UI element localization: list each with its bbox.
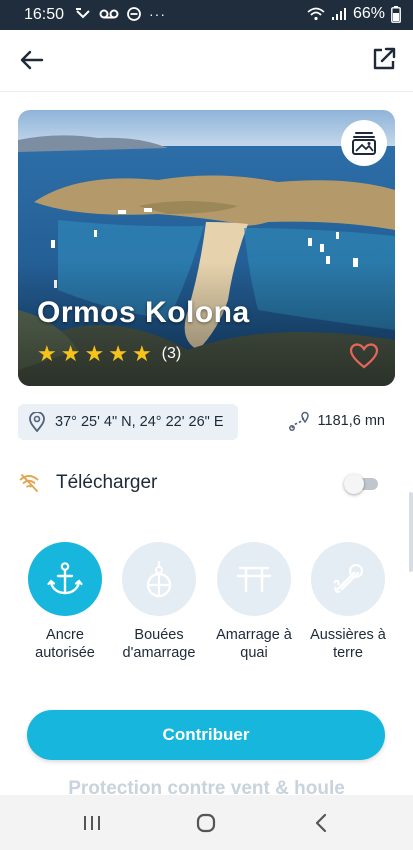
place-name: Ormos Kolona <box>37 296 250 329</box>
mooring-features: Ancre autorisée Bouées d'amarrage Amarra… <box>0 542 413 692</box>
back-arrow-icon[interactable] <box>18 46 46 74</box>
anchor-icon <box>47 562 83 595</box>
star-icon: ★ <box>131 341 152 366</box>
place-hero-image[interactable]: Ormos Kolona ★ ★ ★ ★ ★ (3) <box>18 110 395 386</box>
voicemail-icon <box>99 9 119 19</box>
star-icon: ★ <box>84 341 105 366</box>
battery-percent: 66% <box>352 5 385 22</box>
route-distance-icon <box>288 411 309 431</box>
feature-label: Bouées d'amarrage <box>122 627 196 661</box>
download-row: Télécharger <box>18 466 384 500</box>
system-icons: 66% <box>307 5 401 23</box>
do-not-disturb-icon <box>127 7 141 21</box>
feature-circle <box>28 542 102 616</box>
feature-anchor-allowed[interactable]: Ancre autorisée <box>17 542 113 662</box>
feature-quay-mooring[interactable]: Amarrage à quai <box>206 542 302 662</box>
notification-icons: ··· <box>75 6 166 22</box>
nav-back-icon[interactable] <box>308 809 336 837</box>
status-time: 16:50 <box>24 6 65 23</box>
wifi-icon <box>307 7 325 21</box>
status-bar: 16:50 ··· 66% <box>0 0 413 30</box>
scrollbar[interactable] <box>409 492 413 572</box>
rope-icon <box>333 563 364 593</box>
heart-icon[interactable] <box>349 342 379 370</box>
buoy-icon <box>146 561 172 598</box>
more-notifications-icon: ··· <box>149 6 166 22</box>
toggle-knob <box>344 474 364 494</box>
photo-gallery-icon <box>352 132 376 155</box>
distance-text: 1181,6 mn <box>317 413 385 429</box>
feature-label: Ancre autorisée <box>35 627 95 661</box>
feature-label: Amarrage à quai <box>216 627 292 661</box>
download-label: Télécharger <box>56 472 158 493</box>
battery-icon <box>391 5 401 23</box>
top-app-bar <box>0 30 413 92</box>
contribute-button[interactable]: Contribuer <box>27 710 385 760</box>
feature-circle <box>217 542 291 616</box>
location-pin-icon <box>29 412 45 432</box>
quay-icon <box>236 566 272 592</box>
signal-icon <box>331 8 346 20</box>
download-disabled-icon <box>19 474 39 492</box>
rating-stars[interactable]: ★ ★ ★ ★ ★ (3) <box>37 343 181 365</box>
feature-circle <box>122 542 196 616</box>
download-toggle[interactable] <box>344 473 380 494</box>
home-icon[interactable] <box>192 809 220 837</box>
star-icon: ★ <box>37 341 57 366</box>
feature-shore-lines[interactable]: Aussières à terre <box>300 542 396 662</box>
coordinates-chip[interactable]: 37° 25' 4" N, 24° 22' 26" E <box>18 404 238 440</box>
feature-circle <box>311 542 385 616</box>
coordinates-text: 37° 25' 4" N, 24° 22' 26" E <box>55 414 224 430</box>
system-navigation-bar <box>0 795 413 850</box>
star-icon: ★ <box>108 341 128 366</box>
gallery-button[interactable] <box>341 120 387 166</box>
star-icon: ★ <box>60 341 81 366</box>
feature-label: Aussières à terre <box>310 627 386 661</box>
distance-info: 1181,6 mn <box>288 411 385 431</box>
external-link-icon[interactable] <box>369 44 399 74</box>
review-count: (3) <box>161 345 182 362</box>
missed-call-icon <box>76 8 90 19</box>
recent-apps-icon[interactable] <box>78 809 106 837</box>
feature-mooring-buoys[interactable]: Bouées d'amarrage <box>111 542 207 662</box>
